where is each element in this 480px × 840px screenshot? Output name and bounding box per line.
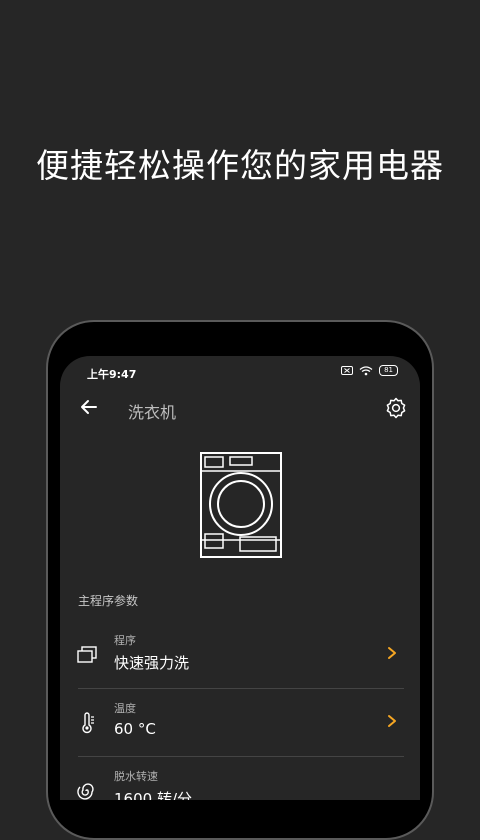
app-bar: 洗衣机 bbox=[60, 390, 420, 430]
battery-icon: 81 bbox=[379, 365, 398, 376]
param-label: 程序 bbox=[114, 634, 136, 647]
param-value: 60 °C bbox=[114, 720, 156, 738]
page-title: 洗衣机 bbox=[128, 403, 177, 422]
status-time: 上午9:47 bbox=[87, 368, 137, 381]
param-label: 温度 bbox=[114, 702, 136, 715]
chevron-right-icon bbox=[388, 647, 396, 659]
washing-machine-icon bbox=[200, 452, 282, 558]
spin-icon bbox=[77, 783, 94, 800]
sim-icon bbox=[341, 366, 354, 375]
status-bar: 上午9:47 81 bbox=[60, 356, 420, 388]
param-row-temperature[interactable]: 温度 60 °C bbox=[60, 690, 420, 756]
divider bbox=[78, 756, 404, 757]
param-row-program[interactable]: 程序 快速强力洗 bbox=[60, 622, 420, 688]
section-title: 主程序参数 bbox=[78, 594, 139, 608]
param-row-spin-speed[interactable]: 脱水转速 1600 转/分 bbox=[60, 758, 420, 800]
chevron-right-icon bbox=[388, 715, 396, 727]
param-value: 快速强力洗 bbox=[114, 654, 190, 672]
thermometer-icon bbox=[82, 712, 94, 734]
phone-screen: 上午9:47 81 洗衣机 主程序参数 程序 快速强力洗 温度 60 °C 脱水… bbox=[60, 356, 420, 800]
param-label: 脱水转速 bbox=[114, 770, 158, 783]
param-value: 1600 转/分 bbox=[114, 790, 192, 800]
back-arrow-icon[interactable] bbox=[78, 396, 100, 418]
headline: 便捷轻松操作您的家用电器 bbox=[36, 146, 444, 185]
wifi-icon bbox=[359, 365, 373, 375]
divider bbox=[78, 688, 404, 689]
gear-icon[interactable] bbox=[384, 396, 408, 420]
status-icons: 81 bbox=[341, 365, 398, 376]
layers-icon bbox=[77, 646, 97, 663]
